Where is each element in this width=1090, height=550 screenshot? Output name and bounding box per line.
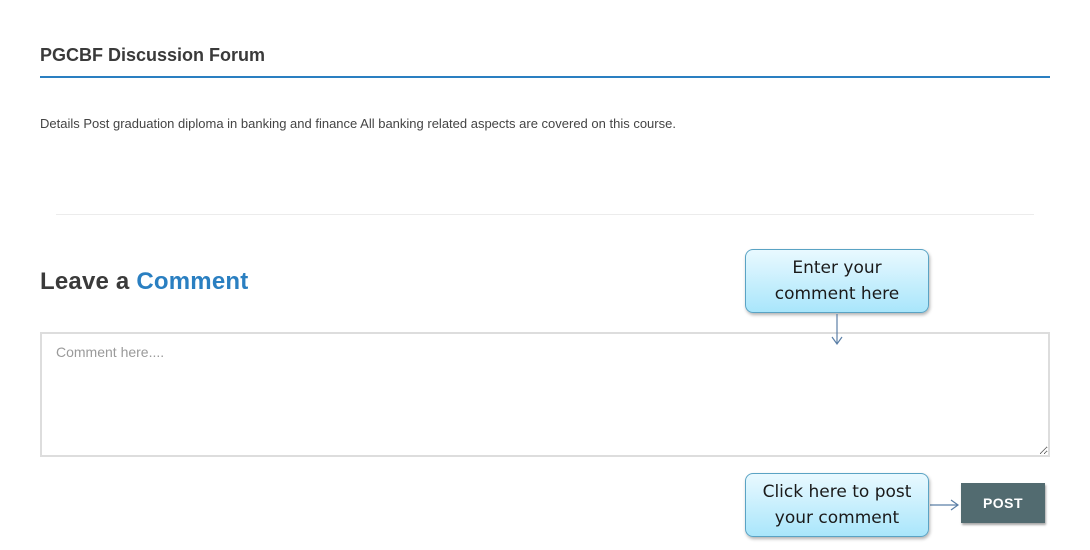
- forum-details: Details Post graduation diploma in banki…: [40, 116, 676, 131]
- forum-page: PGCBF Discussion Forum Details Post grad…: [0, 0, 1090, 550]
- leave-comment-heading: Leave a Comment: [40, 268, 248, 296]
- comment-input[interactable]: [40, 332, 1050, 457]
- post-comment-callout-text: Click here to post your comment: [762, 482, 912, 528]
- section-divider: [56, 214, 1034, 215]
- post-comment-callout: Click here to post your comment: [745, 473, 929, 537]
- forum-header: PGCBF Discussion Forum: [40, 40, 1050, 78]
- page-title: PGCBF Discussion Forum: [40, 45, 266, 65]
- leave-comment-heading-accent: Comment: [136, 268, 249, 295]
- leave-comment-heading-prefix: Leave a: [40, 268, 137, 295]
- post-button[interactable]: POST: [961, 483, 1045, 523]
- enter-comment-callout: Enter your comment here: [745, 249, 929, 313]
- enter-comment-callout-text: Enter your comment here: [774, 258, 900, 304]
